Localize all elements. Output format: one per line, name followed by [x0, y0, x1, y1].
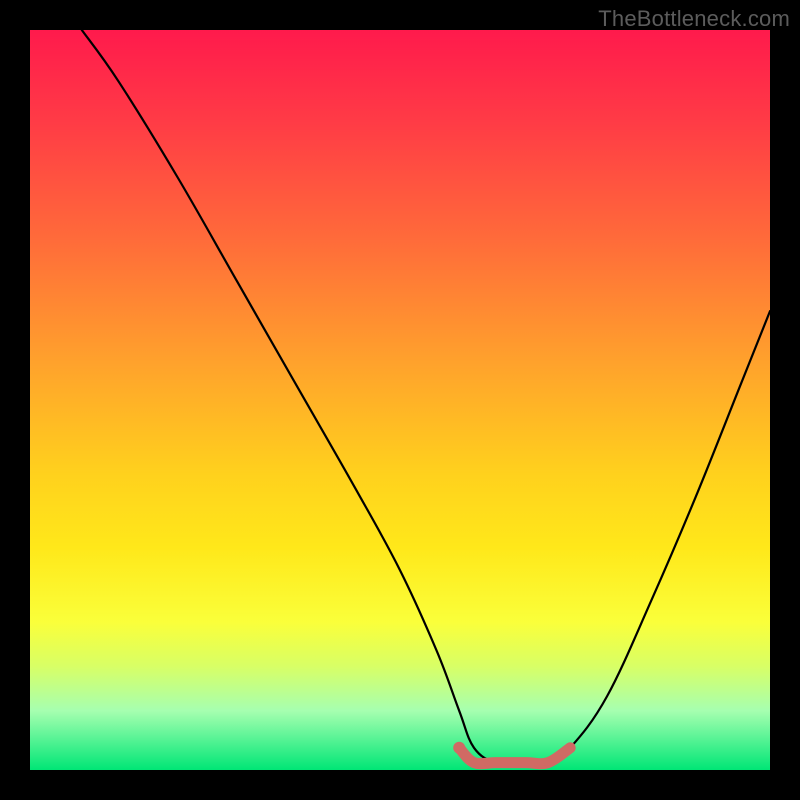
- chart-frame: TheBottleneck.com: [0, 0, 800, 800]
- bottleneck-curve: [82, 30, 770, 764]
- plot-area: [30, 30, 770, 770]
- watermark-text: TheBottleneck.com: [598, 6, 790, 32]
- chart-svg: [30, 30, 770, 770]
- optimal-start-dot: [453, 742, 465, 754]
